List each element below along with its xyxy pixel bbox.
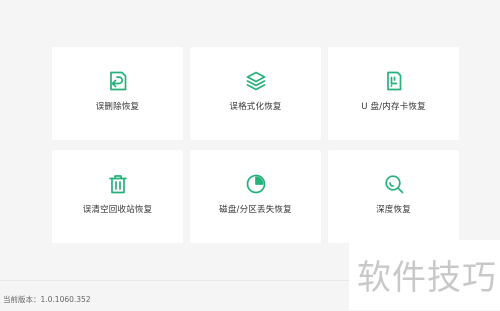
watermark-area: 软件技巧 [349,240,500,310]
disk-partition-icon [245,173,267,195]
card-format-recovery[interactable]: 误格式化恢复 [190,47,321,140]
layers-icon [245,70,267,92]
status-footer: 当前版本：1.0.1060.352 [0,280,349,311]
recovery-mode-grid: 误删除恢复 误格式化恢复 U 盘/内存卡恢复 误清空回收站恢复 磁盘/分区丢失恢… [52,47,460,243]
card-label: U 盘/内存卡恢复 [361,102,426,112]
version-text: 当前版本：1.0.1060.352 [3,295,91,304]
card-recycle-bin-recovery[interactable]: 误清空回收站恢复 [52,150,183,243]
deep-scan-icon [383,173,405,195]
card-label: 误清空回收站恢复 [82,205,153,215]
memory-card-icon [383,70,405,92]
card-deleted-recovery[interactable]: 误删除恢复 [52,47,183,140]
card-usb-recovery[interactable]: U 盘/内存卡恢复 [328,47,459,140]
card-label: 深度恢复 [376,205,411,215]
card-label: 误删除恢复 [95,102,140,112]
watermark-text: 软件技巧 [357,258,497,298]
card-label: 磁盘/分区丢失恢复 [219,205,292,215]
card-deep-recovery[interactable]: 深度恢复 [328,150,459,243]
card-partition-recovery[interactable]: 磁盘/分区丢失恢复 [190,150,321,243]
trash-bin-icon [107,173,129,195]
card-label: 误格式化恢复 [229,102,282,112]
deleted-file-recovery-icon [107,70,129,92]
